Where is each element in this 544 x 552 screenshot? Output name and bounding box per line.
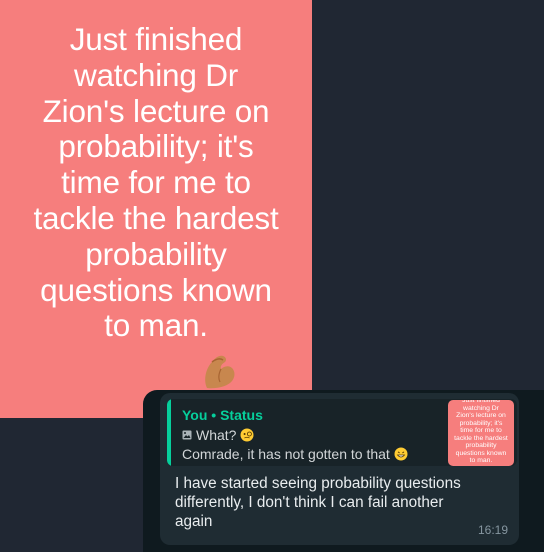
status-thumbnail[interactable]: Just finished watching Dr Zion's lecture… — [448, 400, 514, 466]
quoted-reply-text: Comrade, it has not gotten to that — [182, 446, 390, 462]
quoted-reply-line: Comrade, it has not gotten to that — [182, 446, 408, 462]
face-with-monocle-icon — [240, 428, 254, 442]
message-text: I have started seeing probability questi… — [175, 475, 461, 530]
quote-accent-bar — [167, 399, 171, 466]
quoted-header: You • Status — [182, 407, 263, 423]
grinning-face-icon — [394, 447, 408, 461]
image-icon — [182, 430, 192, 440]
message-time: 16:19 — [478, 523, 509, 537]
flexed-biceps-icon — [205, 355, 235, 389]
status-preview: Just finished watching Dr Zion's lecture… — [0, 0, 312, 418]
quoted-text: What? — [196, 427, 237, 443]
status-text: Just finished watching Dr Zion's lecture… — [33, 21, 279, 344]
quoted-line: What? — [182, 427, 254, 443]
thumbnail-text: Just finished watching Dr Zion's lecture… — [454, 400, 508, 464]
